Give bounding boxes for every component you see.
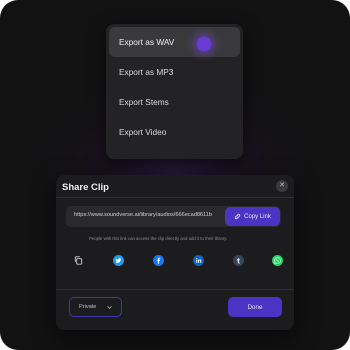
menu-item-export-video[interactable]: Export Video (109, 117, 240, 147)
privacy-value: Private (79, 304, 97, 310)
tumblr-icon[interactable] (233, 255, 244, 266)
menu-item-export-stems[interactable]: Export Stems (109, 87, 240, 117)
share-clip-dialog: Share Clip ✕ https://www.soundverse.ai/l… (56, 175, 294, 330)
twitter-icon[interactable] (113, 255, 124, 266)
done-label: Done (247, 303, 263, 311)
privacy-select[interactable]: Private (69, 297, 122, 317)
menu-item-label: Export Video (119, 127, 167, 137)
cursor-highlight (197, 37, 211, 51)
link-icon (234, 213, 241, 220)
menu-item-label: Export as MP3 (119, 67, 174, 77)
share-link-value[interactable]: https://www.soundverse.ai/library/audios… (74, 212, 224, 218)
export-menu: Export as WAV Export as MP3 Export Stems… (106, 24, 243, 159)
chevron-down-icon (107, 306, 112, 309)
copy-icon[interactable] (73, 255, 84, 266)
linkedin-icon[interactable] (193, 255, 204, 266)
done-button[interactable]: Done (228, 297, 282, 317)
dialog-title: Share Clip (62, 182, 109, 193)
share-hint: People with this link can access the cli… (89, 236, 228, 241)
copy-link-label: Copy Link (244, 213, 271, 220)
close-button[interactable]: ✕ (276, 180, 288, 192)
share-link-field[interactable]: https://www.soundverse.ai/library/audios… (66, 206, 281, 227)
facebook-icon[interactable] (153, 255, 164, 266)
menu-item-export-wav[interactable]: Export as WAV (109, 27, 240, 57)
copy-link-button[interactable]: Copy Link (225, 207, 280, 226)
social-share-row (73, 255, 283, 267)
close-icon: ✕ (279, 182, 285, 189)
menu-item-label: Export as WAV (119, 37, 175, 47)
app-frame: Export as WAV Export as MP3 Export Stems… (0, 0, 350, 350)
whatsapp-icon[interactable] (272, 255, 283, 266)
divider (56, 197, 294, 198)
menu-item-export-mp3[interactable]: Export as MP3 (109, 57, 240, 87)
menu-item-label: Export Stems (119, 97, 169, 107)
divider (56, 289, 294, 290)
